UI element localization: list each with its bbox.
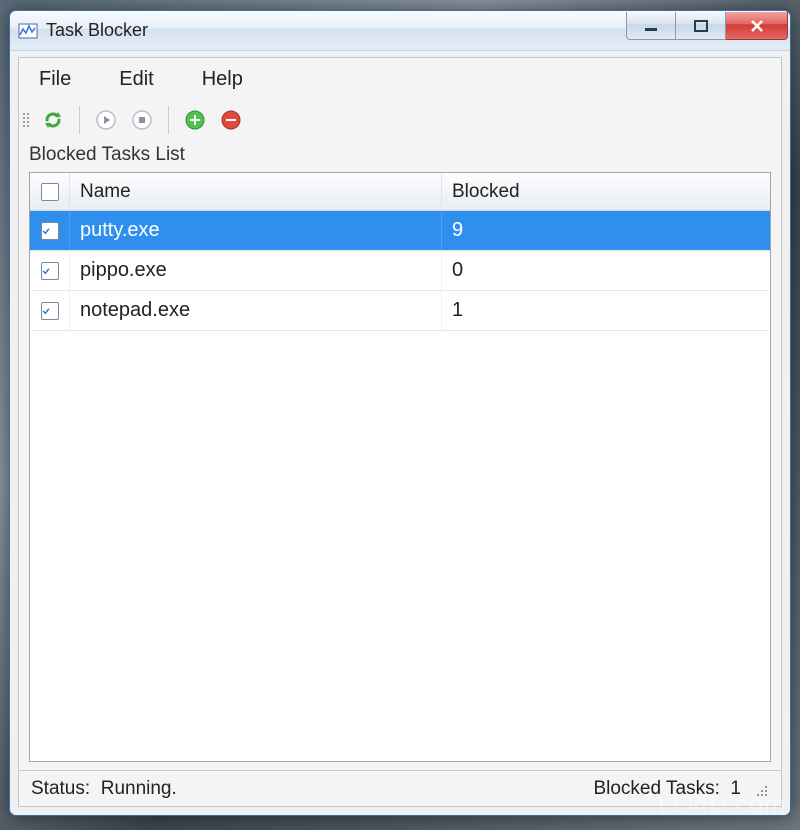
table-row[interactable]: notepad.exe1	[30, 291, 770, 331]
row-name: putty.exe	[70, 211, 442, 250]
menu-edit[interactable]: Edit	[119, 68, 153, 91]
statusbar: Status: Running. Blocked Tasks: 1	[19, 770, 781, 806]
blocked-count-value: 1	[730, 778, 741, 799]
remove-icon	[220, 109, 242, 131]
play-button[interactable]	[90, 104, 122, 136]
blocked-count-label: Blocked Tasks:	[593, 778, 719, 799]
add-icon	[184, 109, 206, 131]
toolbar-grip-icon[interactable]	[23, 107, 31, 133]
row-checkbox[interactable]	[41, 262, 59, 280]
check-icon	[42, 224, 50, 238]
row-name: pippo.exe	[70, 251, 442, 290]
play-icon	[95, 109, 117, 131]
resize-grip-icon[interactable]	[751, 780, 769, 798]
window-controls	[626, 11, 790, 50]
window-title: Task Blocker	[46, 20, 148, 41]
list-label: Blocked Tasks List	[19, 140, 781, 172]
column-header-name[interactable]: Name	[70, 173, 442, 210]
row-checkbox[interactable]	[41, 302, 59, 320]
check-icon	[42, 304, 50, 318]
blocked-count-text: Blocked Tasks: 1	[593, 778, 741, 800]
refresh-icon	[41, 108, 65, 132]
row-checkbox-cell[interactable]	[30, 251, 70, 290]
remove-button[interactable]	[215, 104, 247, 136]
select-all-checkbox[interactable]	[41, 183, 59, 201]
close-icon	[748, 19, 766, 33]
app-icon	[18, 21, 38, 41]
titlebar[interactable]: Task Blocker	[10, 11, 790, 51]
row-blocked: 9	[442, 211, 770, 250]
header-checkbox-cell[interactable]	[30, 173, 70, 210]
stop-button[interactable]	[126, 104, 158, 136]
minimize-button[interactable]	[626, 12, 676, 40]
row-checkbox-cell[interactable]	[30, 291, 70, 330]
stop-icon	[131, 109, 153, 131]
table-row[interactable]: putty.exe9	[30, 211, 770, 251]
close-button[interactable]	[726, 12, 788, 40]
row-blocked: 1	[442, 291, 770, 330]
menu-file[interactable]: File	[39, 68, 71, 91]
toolbar-separator	[168, 106, 169, 134]
menu-help[interactable]: Help	[202, 68, 243, 91]
table-body: putty.exe9pippo.exe0notepad.exe1	[30, 211, 770, 761]
menubar: File Edit Help	[19, 58, 781, 100]
maximize-button[interactable]	[676, 12, 726, 40]
check-icon	[42, 264, 50, 278]
minimize-icon	[643, 20, 659, 32]
task-table: Name Blocked putty.exe9pippo.exe0notepad…	[29, 172, 771, 762]
table-header: Name Blocked	[30, 173, 770, 211]
maximize-icon	[693, 19, 709, 33]
status-value: Running.	[101, 778, 177, 799]
status-label: Status:	[31, 778, 90, 799]
toolbar	[19, 100, 781, 140]
application-window: Task Blocker File Edit Help	[9, 10, 791, 816]
refresh-button[interactable]	[37, 104, 69, 136]
column-header-blocked[interactable]: Blocked	[442, 173, 770, 210]
toolbar-separator	[79, 106, 80, 134]
table-row[interactable]: pippo.exe0	[30, 251, 770, 291]
row-checkbox[interactable]	[41, 222, 59, 240]
add-button[interactable]	[179, 104, 211, 136]
row-name: notepad.exe	[70, 291, 442, 330]
row-blocked: 0	[442, 251, 770, 290]
client-area: File Edit Help	[18, 57, 782, 807]
row-checkbox-cell[interactable]	[30, 211, 70, 250]
status-text: Status: Running.	[31, 778, 177, 800]
